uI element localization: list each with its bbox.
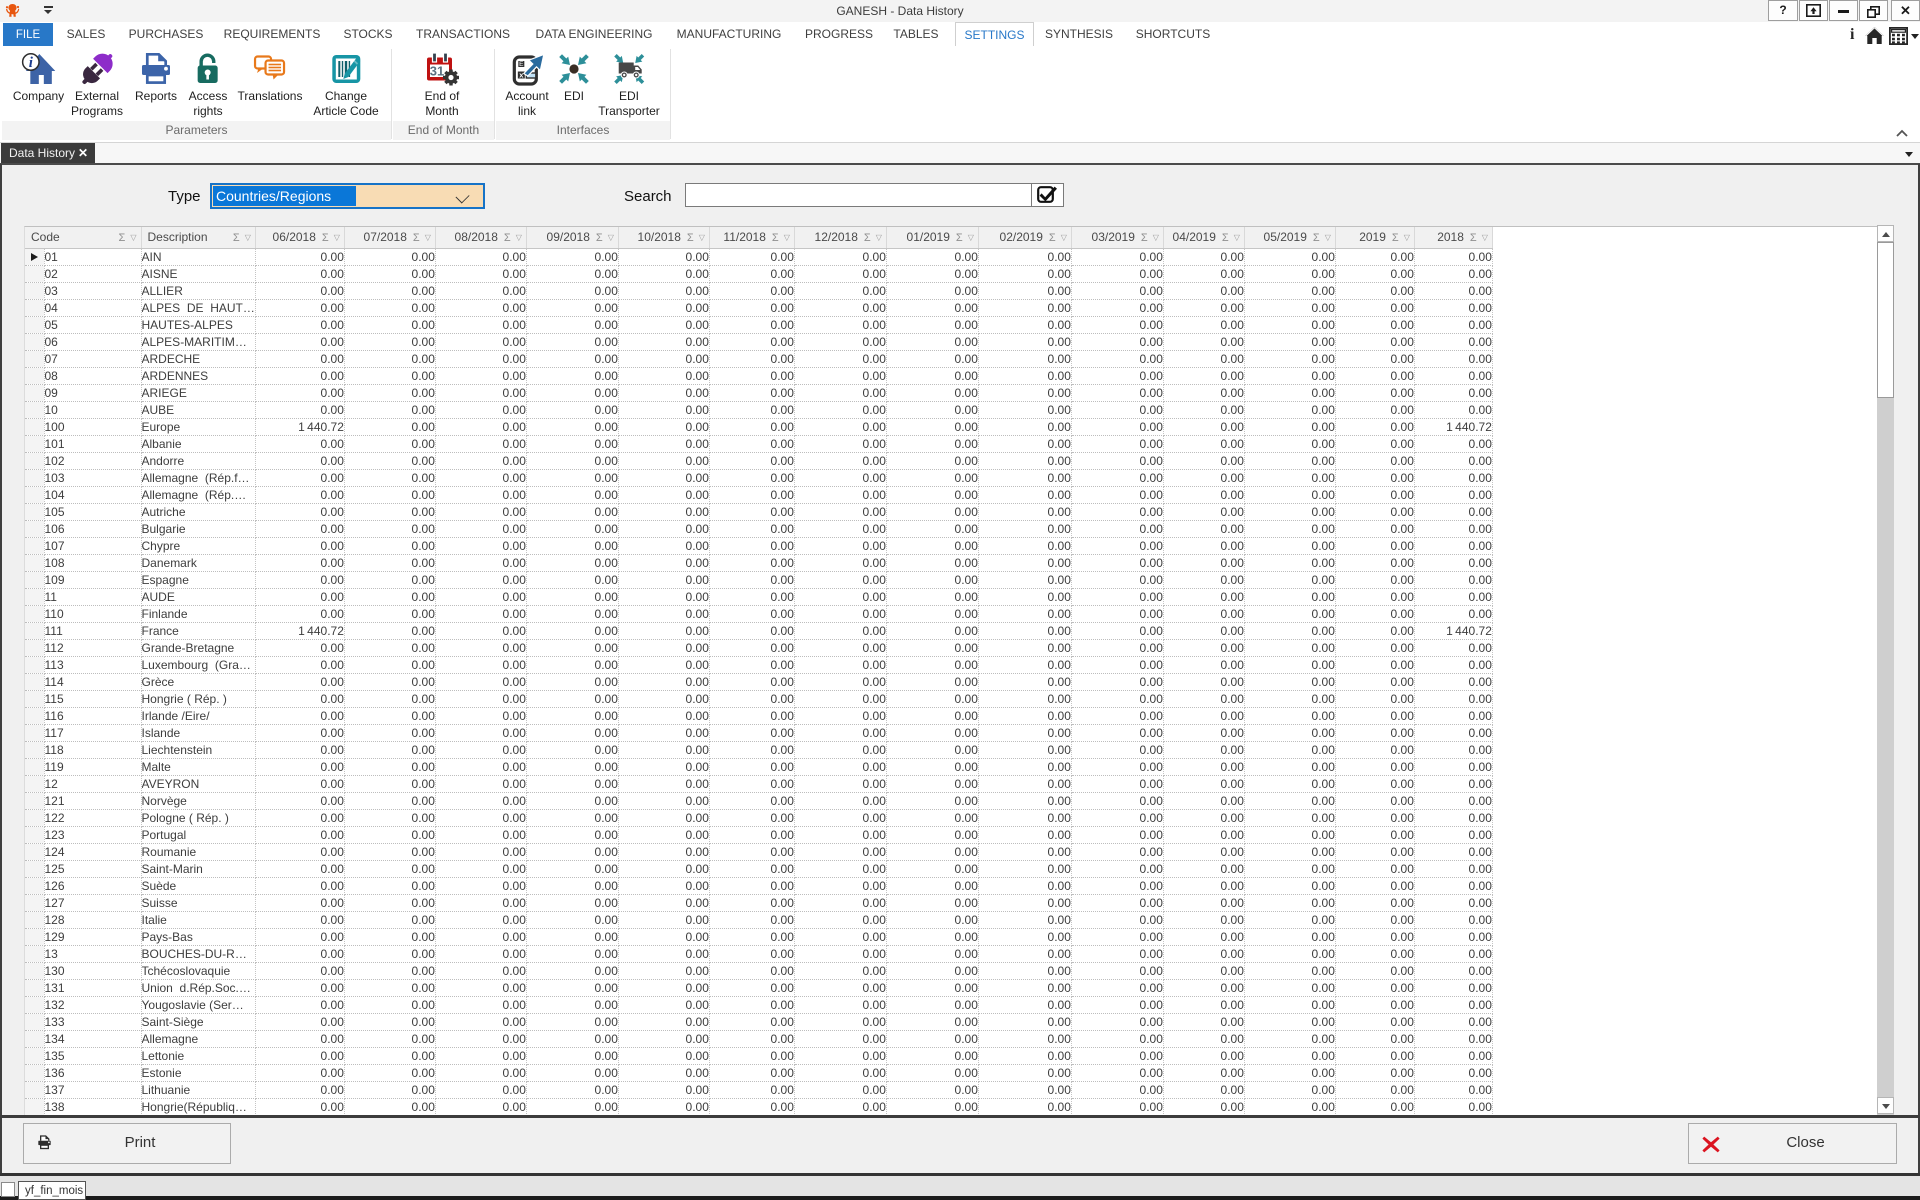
- svg-text:31: 31: [430, 64, 444, 79]
- svg-text:E: E: [519, 61, 524, 68]
